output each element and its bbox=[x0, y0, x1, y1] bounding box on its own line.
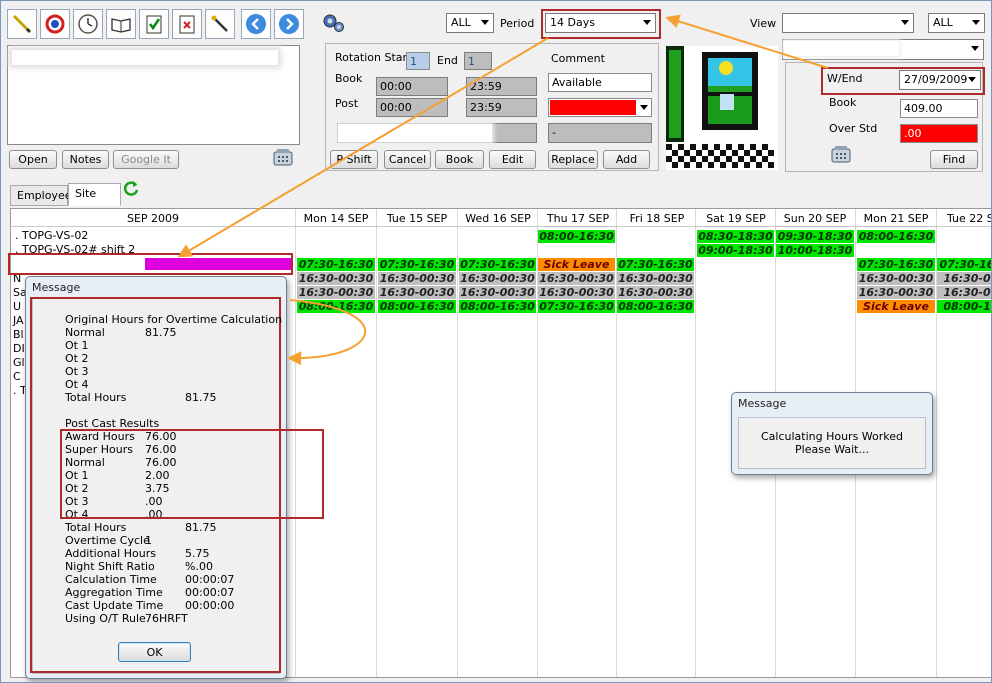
annotation-arrows bbox=[177, 14, 829, 366]
